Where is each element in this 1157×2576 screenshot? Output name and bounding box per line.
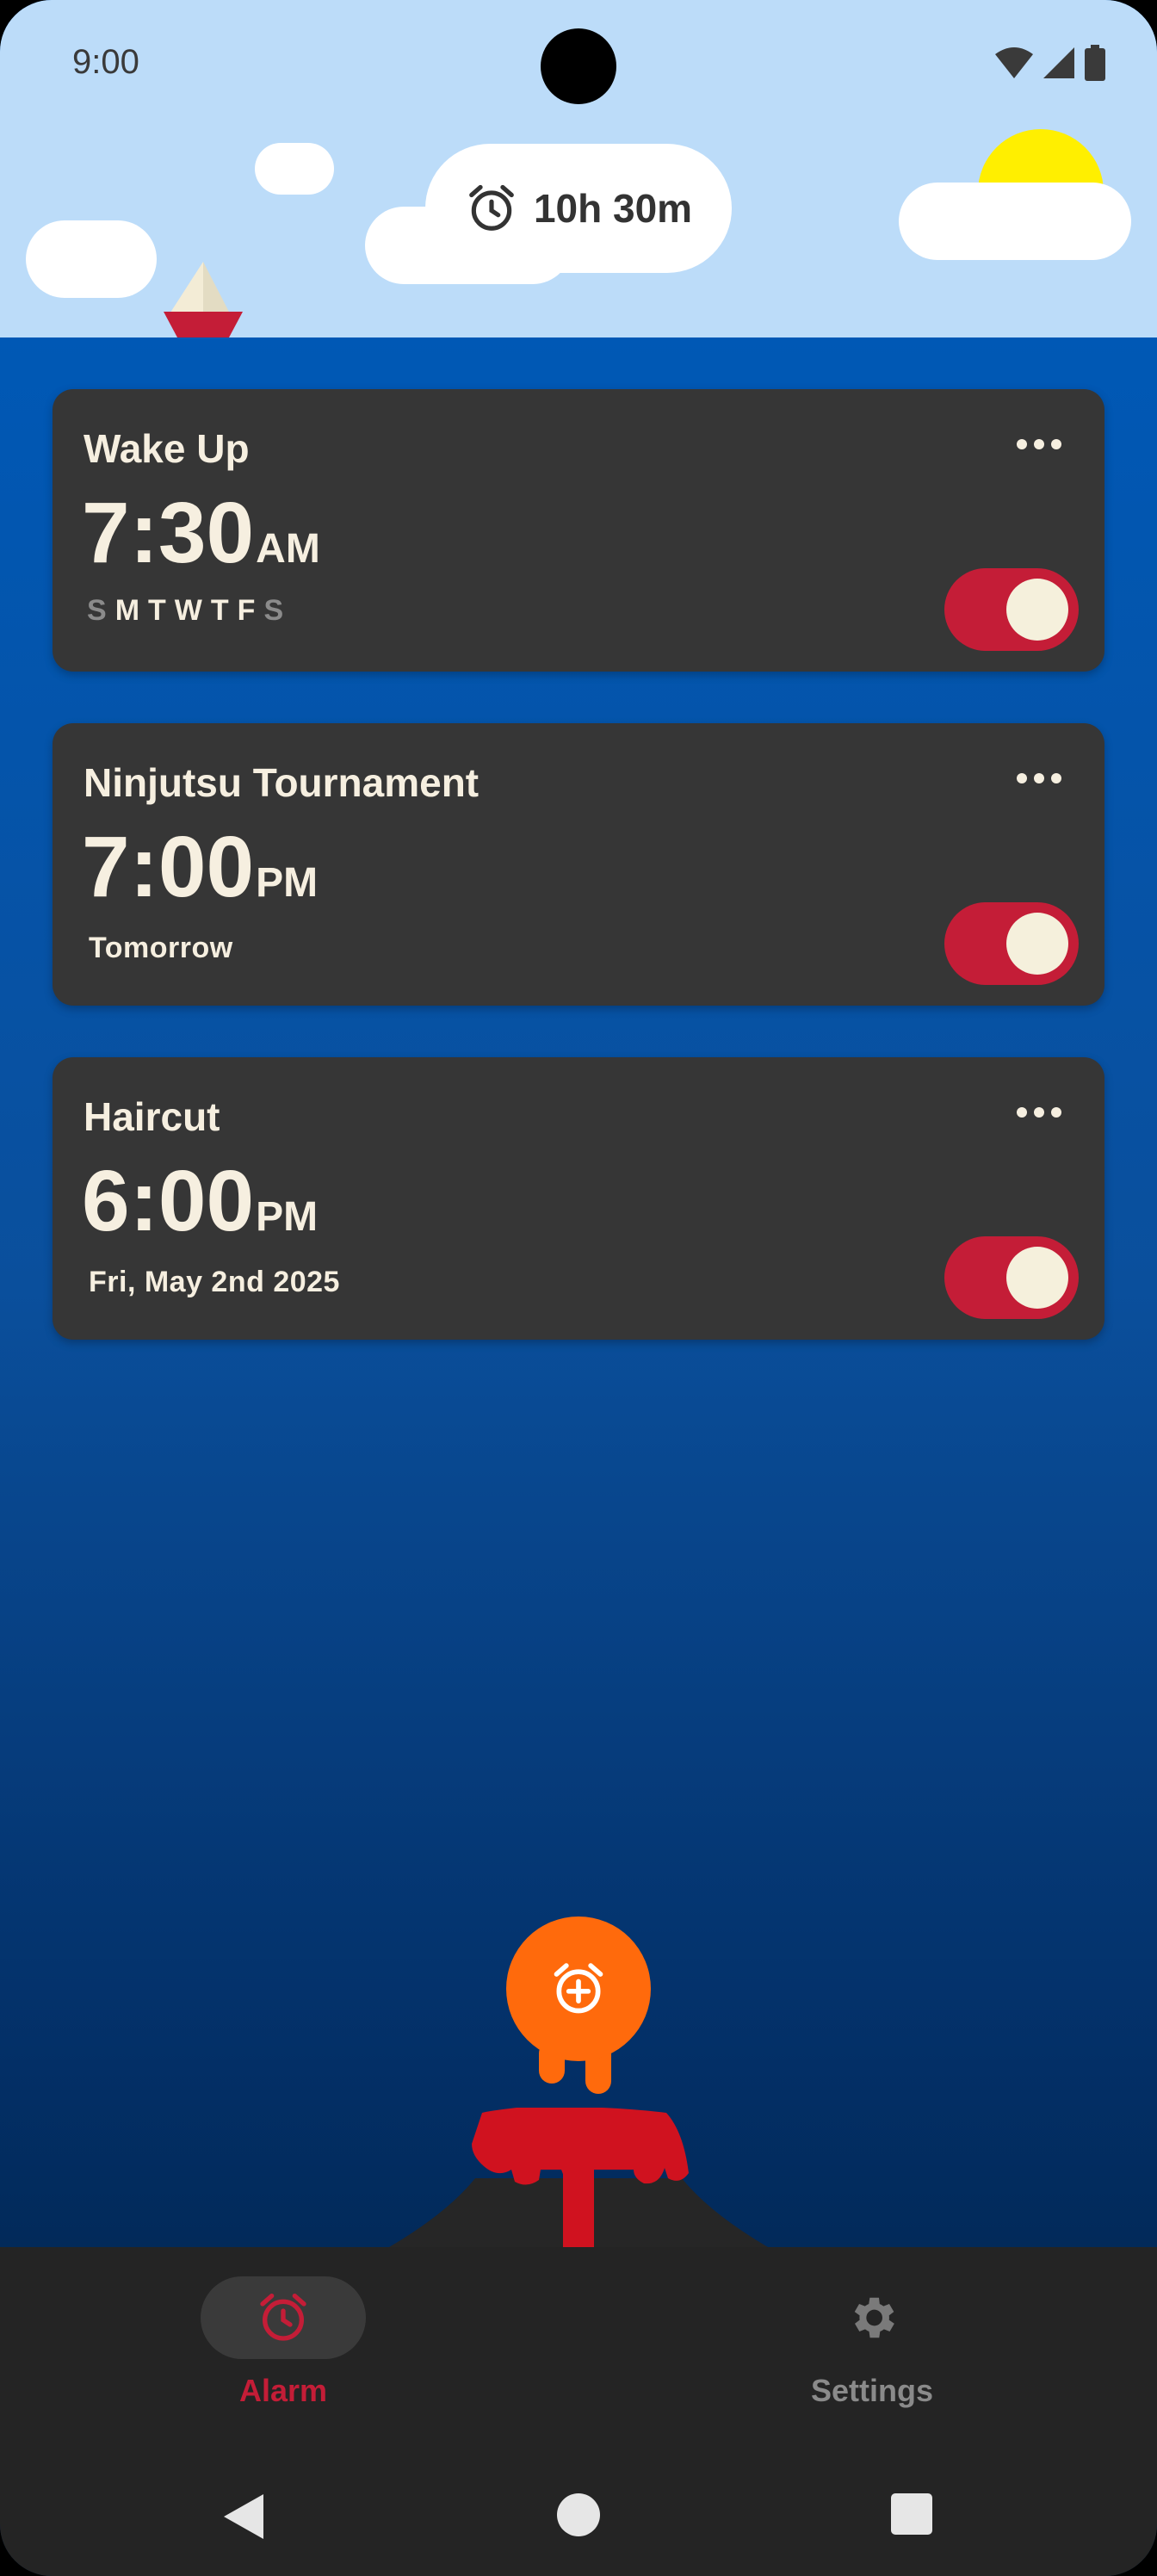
sky-header: 9:00 10h 30m: [0, 0, 1157, 337]
status-icons: [995, 45, 1105, 81]
toggle-knob: [1006, 913, 1068, 975]
nav-label-settings: Settings: [810, 2373, 933, 2408]
alarm-toggle[interactable]: [944, 902, 1079, 985]
add-alarm-icon: [554, 1963, 603, 2014]
toggle-knob: [1006, 579, 1068, 641]
alarm-card-haircut[interactable]: Haircut 6:00PM Fri, May 2nd 2025: [53, 1057, 1104, 1340]
volcano-illustration: [389, 2049, 768, 2249]
day-friday: F: [237, 594, 256, 627]
cloud-left: [26, 220, 157, 298]
day-thursday: T: [210, 594, 229, 627]
wifi-icon: [995, 47, 1033, 78]
gear-icon: [854, 2297, 894, 2338]
alarm-toggle[interactable]: [944, 568, 1079, 651]
more-options-icon[interactable]: [1017, 1102, 1068, 1123]
repeat-days: S M T W T F S: [87, 594, 283, 628]
recents-icon[interactable]: [890, 2492, 933, 2536]
alarm-label: Haircut: [84, 1094, 220, 1139]
alarm-toggle[interactable]: [944, 1236, 1079, 1319]
camera-cutout: [541, 28, 616, 104]
toggle-knob: [1006, 1247, 1068, 1309]
nav-alarm-indicator: [201, 2276, 366, 2359]
status-time: 9:00: [72, 43, 139, 81]
alarm-time: 7:00PM: [82, 819, 319, 915]
nav-label-alarm: Alarm: [238, 2373, 328, 2408]
add-alarm-button[interactable]: [506, 1917, 651, 2061]
alarm-time: 7:30AM: [82, 485, 320, 581]
alarm-label: Ninjutsu Tournament: [84, 760, 480, 805]
alarm-label: Wake Up: [84, 426, 250, 471]
home-icon[interactable]: [556, 2492, 601, 2537]
day-sunday: S: [87, 594, 107, 627]
signal-icon: [1043, 47, 1074, 78]
alarm-icon: [260, 2294, 306, 2341]
cloud-small: [255, 143, 334, 195]
sailboat: [164, 262, 243, 337]
cloud-right: [899, 183, 1131, 260]
day-monday: M: [114, 594, 140, 627]
alarm-clock-icon: [469, 184, 514, 231]
nav-item-settings[interactable]: Settings: [782, 2276, 962, 2409]
alarm-app-screen: 9:00 10h 30m Wake Up 7:30AM S M T W T F …: [0, 0, 1157, 2576]
more-options-icon[interactable]: [1017, 768, 1068, 789]
more-options-icon[interactable]: [1017, 434, 1068, 455]
alarm-schedule: Tomorrow: [89, 932, 233, 964]
countdown-text: 10h 30m: [533, 186, 693, 231]
next-alarm-countdown: 10h 30m: [425, 144, 732, 273]
day-saturday: S: [263, 594, 284, 627]
nav-item-alarm[interactable]: Alarm: [193, 2276, 374, 2409]
day-wednesday: W: [174, 594, 202, 627]
alarm-card-ninjutsu-tournament[interactable]: Ninjutsu Tournament 7:00PM Tomorrow: [53, 723, 1104, 1006]
nav-settings-indicator: [789, 2276, 955, 2359]
battery-icon: [1085, 45, 1105, 81]
back-icon[interactable]: [222, 2492, 265, 2541]
alarm-time: 6:00PM: [82, 1153, 319, 1249]
alarm-schedule: Fri, May 2nd 2025: [89, 1266, 340, 1298]
day-tuesday: T: [148, 594, 166, 627]
alarm-card-wake-up[interactable]: Wake Up 7:30AM S M T W T F S: [53, 389, 1104, 672]
